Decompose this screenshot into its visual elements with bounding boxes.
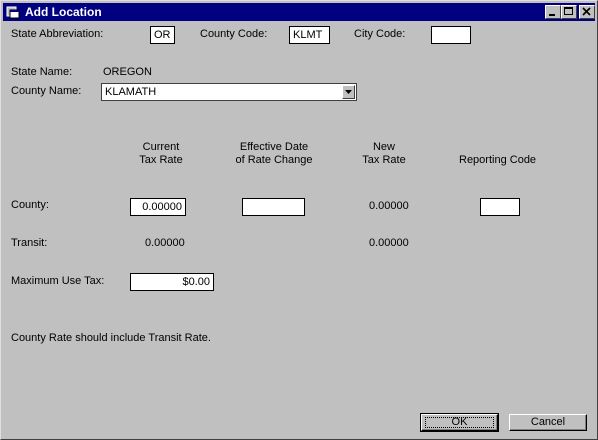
county-row-label: County: bbox=[11, 199, 49, 211]
close-button[interactable] bbox=[579, 5, 595, 19]
county-reporting-code-field[interactable] bbox=[480, 198, 520, 216]
close-icon bbox=[582, 7, 591, 16]
minimize-button[interactable] bbox=[545, 5, 561, 19]
new-tax-rate-header: New Tax Rate bbox=[362, 141, 406, 166]
state-abbreviation-label: State Abbreviation: bbox=[11, 28, 104, 40]
transit-new-rate: 0.00000 bbox=[369, 237, 409, 249]
app-window-icon bbox=[6, 5, 20, 19]
cancel-button-label: Cancel bbox=[530, 416, 566, 428]
state-name-value: OREGON bbox=[103, 66, 152, 78]
city-code-field[interactable] bbox=[431, 26, 471, 44]
county-code-label: County Code: bbox=[200, 28, 268, 40]
county-code-field[interactable]: KLMT bbox=[289, 26, 330, 44]
current-tax-rate-header: Current Tax Rate bbox=[139, 141, 183, 166]
county-effective-date-field[interactable] bbox=[242, 198, 305, 216]
reporting-code-header: Reporting Code bbox=[459, 154, 537, 166]
state-abbreviation-field[interactable]: OR bbox=[150, 26, 175, 44]
county-name-label: County Name: bbox=[11, 85, 82, 97]
window-title: Add Location bbox=[25, 5, 102, 19]
city-code-label: City Code: bbox=[354, 28, 406, 40]
county-new-rate: 0.00000 bbox=[369, 200, 409, 212]
add-location-dialog: Add Location State Abbreviation: OR Coun… bbox=[0, 0, 598, 440]
transit-row-label: Transit: bbox=[11, 237, 48, 249]
cancel-button[interactable]: Cancel bbox=[509, 414, 587, 431]
chevron-down-icon bbox=[345, 90, 352, 94]
maximize-button[interactable] bbox=[561, 5, 577, 19]
county-name-value: KLAMATH bbox=[105, 86, 157, 98]
state-name-label: State Name: bbox=[11, 66, 73, 78]
county-current-rate-field[interactable]: 0.00000 bbox=[130, 198, 186, 216]
maximum-use-tax-field[interactable]: $0.00 bbox=[130, 273, 214, 291]
minimize-icon bbox=[549, 14, 555, 16]
transit-current-rate: 0.00000 bbox=[145, 237, 185, 249]
transit-rate-note: County Rate should include Transit Rate. bbox=[11, 332, 211, 344]
effective-date-header: Effective Date of Rate Change bbox=[235, 141, 313, 166]
focus-rectangle bbox=[425, 417, 494, 428]
ok-button[interactable]: OK bbox=[420, 413, 499, 432]
county-name-dropdown[interactable]: KLAMATH bbox=[101, 83, 357, 101]
maximize-icon bbox=[564, 7, 573, 15]
title-bar[interactable]: Add Location bbox=[3, 3, 595, 21]
county-name-dropdown-button[interactable] bbox=[342, 85, 355, 99]
maximum-use-tax-label: Maximum Use Tax: bbox=[11, 275, 105, 287]
